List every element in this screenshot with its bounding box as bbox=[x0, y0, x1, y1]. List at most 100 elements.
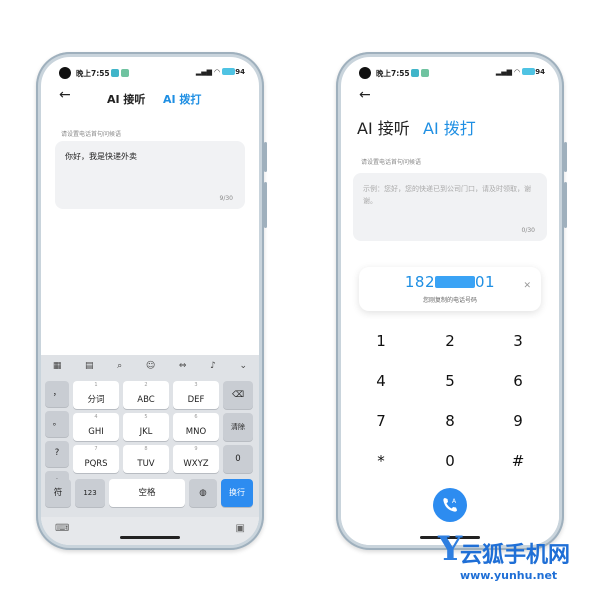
phone-icon: A bbox=[443, 498, 457, 512]
search-icon[interactable]: ⌕ bbox=[117, 361, 122, 371]
greeting-hint: 请设置电话首句问候语 bbox=[61, 131, 122, 138]
volume-button bbox=[564, 142, 567, 172]
dial-key-star[interactable]: * bbox=[356, 452, 406, 470]
watermark: Y 云狐手机网 www.yunhu.net bbox=[438, 529, 570, 582]
clipboard-icon[interactable]: ▣ bbox=[236, 523, 245, 534]
dial-key-8[interactable]: 8 bbox=[425, 412, 475, 430]
battery-level: 94 bbox=[235, 68, 245, 76]
greeting-hint: 请设置电话首句问候语 bbox=[361, 159, 422, 166]
key-comma[interactable]: ， bbox=[45, 381, 69, 407]
globe-key[interactable]: ◍ bbox=[189, 479, 217, 507]
volume-button bbox=[264, 142, 267, 172]
collapse-keyboard-icon[interactable]: ⌄ bbox=[240, 361, 248, 371]
key-6[interactable]: 6 MNO bbox=[173, 413, 219, 441]
backspace-key[interactable]: ⌫ bbox=[223, 381, 253, 409]
dial-key-5[interactable]: 5 bbox=[425, 372, 475, 390]
camera-cutout bbox=[59, 67, 71, 79]
dial-key-6[interactable]: 6 bbox=[493, 372, 543, 390]
num-key[interactable]: 123 bbox=[75, 479, 105, 507]
battery-level: 94 bbox=[535, 68, 545, 76]
notification-icon bbox=[421, 69, 429, 77]
back-arrow-icon[interactable]: ← bbox=[59, 87, 71, 103]
greeting-input[interactable]: 你好，我是快递外卖 9/30 bbox=[55, 141, 245, 209]
status-time: 晚上7:55 bbox=[76, 69, 110, 78]
greeting-text: 你好，我是快递外卖 bbox=[65, 152, 137, 161]
dial-key-1[interactable]: 1 bbox=[356, 332, 406, 350]
left-screen: 晚上7:55 ▂▄▆ ◠ 94 ← AI 接听 AI 拨打 请设置电话首句问候语… bbox=[41, 57, 259, 545]
watermark-logo: Y bbox=[437, 529, 463, 569]
dial-key-hash[interactable]: # bbox=[493, 452, 543, 470]
status-time: 晚上7:55 bbox=[376, 69, 410, 78]
keyboard-switch-icon[interactable]: ⌨ bbox=[55, 523, 69, 534]
copied-number: 182 01 bbox=[404, 273, 496, 291]
char-count: 0/30 bbox=[521, 227, 535, 234]
dial-key-0[interactable]: 0 bbox=[425, 452, 475, 470]
key-5[interactable]: 5 JKL bbox=[123, 413, 169, 441]
keyboard: ▦ ▤ ⌕ ☺ ⇔ ♪ ⌄ ， 。 ? ! 1分词 2ABC 3DEF 4GHI… bbox=[41, 355, 259, 545]
status-bar: 晚上7:55 ▂▄▆ ◠ 94 bbox=[359, 67, 545, 81]
battery-icon bbox=[522, 68, 536, 75]
tab-ai-answer[interactable]: AI 接听 bbox=[107, 91, 145, 107]
signal-icon: ▂▄▆ bbox=[495, 68, 512, 76]
close-icon[interactable]: ✕ bbox=[523, 281, 531, 291]
enter-key[interactable]: 换行 bbox=[221, 479, 253, 507]
char-count: 9/30 bbox=[219, 195, 233, 202]
key-1[interactable]: 1 分词 bbox=[73, 381, 119, 409]
apps-grid-icon[interactable]: ▦ bbox=[53, 361, 62, 371]
keyboard-toolbar: ▦ ▤ ⌕ ☺ ⇔ ♪ ⌄ bbox=[41, 355, 259, 377]
status-right: ▂▄▆ ◠ 94 bbox=[196, 68, 245, 76]
dial-key-3[interactable]: 3 bbox=[493, 332, 543, 350]
dial-key-9[interactable]: 9 bbox=[493, 412, 543, 430]
globe-icon: ◍ bbox=[199, 488, 207, 498]
battery-icon bbox=[222, 68, 236, 75]
watermark-brand: 云狐手机网 bbox=[459, 543, 570, 568]
key-3[interactable]: 3 DEF bbox=[173, 381, 219, 409]
wifi-icon: ◠ bbox=[514, 68, 520, 76]
zero-key[interactable]: 0 bbox=[223, 445, 253, 473]
backspace-icon: ⌫ bbox=[231, 390, 245, 400]
copied-number-label: 您刚复制的电话号码 bbox=[422, 297, 477, 304]
symbol-key[interactable]: 符 bbox=[45, 479, 71, 507]
home-indicator bbox=[120, 536, 180, 539]
greeting-placeholder: 示例：您好，您的快递已到公司门口，请及时领取，谢谢。 bbox=[363, 185, 531, 205]
key-7[interactable]: 7 PQRS bbox=[73, 445, 119, 473]
key-4[interactable]: 4 GHI bbox=[73, 413, 119, 441]
dial-key-4[interactable]: 4 bbox=[356, 372, 406, 390]
keyboard-icon[interactable]: ▤ bbox=[85, 361, 94, 371]
watermark-url: www.yunhu.net bbox=[459, 569, 558, 582]
svg-text:A: A bbox=[452, 498, 457, 505]
copied-number-card[interactable]: 182 01 您刚复制的电话号码 ✕ bbox=[359, 267, 541, 311]
key-2[interactable]: 2 ABC bbox=[123, 381, 169, 409]
key-period[interactable]: 。 bbox=[45, 411, 69, 437]
mic-icon[interactable]: ♪ bbox=[210, 361, 216, 371]
camera-cutout bbox=[359, 67, 371, 79]
dial-key-7[interactable]: 7 bbox=[356, 412, 406, 430]
keyboard-bottom-bar: ⌨ ▣ bbox=[41, 517, 259, 545]
key-question[interactable]: ? bbox=[45, 441, 69, 467]
tab-ai-call[interactable]: AI 拨打 bbox=[423, 115, 476, 139]
masked-digits bbox=[435, 276, 476, 288]
right-phone: 晚上7:55 ▂▄▆ ◠ 94 ← AI 接听 AI 拨打 请设置电话首句问候语… bbox=[336, 52, 567, 550]
key-9[interactable]: 9 WXYZ bbox=[173, 445, 219, 473]
left-phone: 晚上7:55 ▂▄▆ ◠ 94 ← AI 接听 AI 拨打 请设置电话首句问候语… bbox=[36, 52, 267, 550]
key-8[interactable]: 8 TUV bbox=[123, 445, 169, 473]
greeting-input[interactable]: 示例：您好，您的快递已到公司门口，请及时领取，谢谢。 0/30 bbox=[353, 173, 547, 241]
call-button[interactable]: A bbox=[433, 488, 467, 522]
emoji-icon[interactable]: ☺ bbox=[146, 361, 155, 371]
right-screen: 晚上7:55 ▂▄▆ ◠ 94 ← AI 接听 AI 拨打 请设置电话首句问候语… bbox=[341, 57, 559, 545]
status-right: ▂▄▆ ◠ 94 bbox=[496, 68, 545, 76]
back-arrow-icon[interactable]: ← bbox=[359, 87, 371, 103]
notification-icon bbox=[111, 69, 119, 77]
tab-ai-answer[interactable]: AI 接听 bbox=[357, 115, 410, 139]
wifi-icon: ◠ bbox=[214, 68, 220, 76]
power-button bbox=[264, 182, 267, 228]
tab-ai-call[interactable]: AI 拨打 bbox=[163, 91, 201, 107]
notification-icon bbox=[121, 69, 129, 77]
dial-key-2[interactable]: 2 bbox=[425, 332, 475, 350]
status-bar: 晚上7:55 ▂▄▆ ◠ 94 bbox=[59, 67, 245, 81]
clear-key[interactable]: 清除 bbox=[223, 413, 253, 441]
power-button bbox=[564, 182, 567, 228]
notification-icon bbox=[411, 69, 419, 77]
space-key[interactable]: 空格 bbox=[109, 479, 185, 507]
cursor-move-icon[interactable]: ⇔ bbox=[179, 361, 187, 371]
